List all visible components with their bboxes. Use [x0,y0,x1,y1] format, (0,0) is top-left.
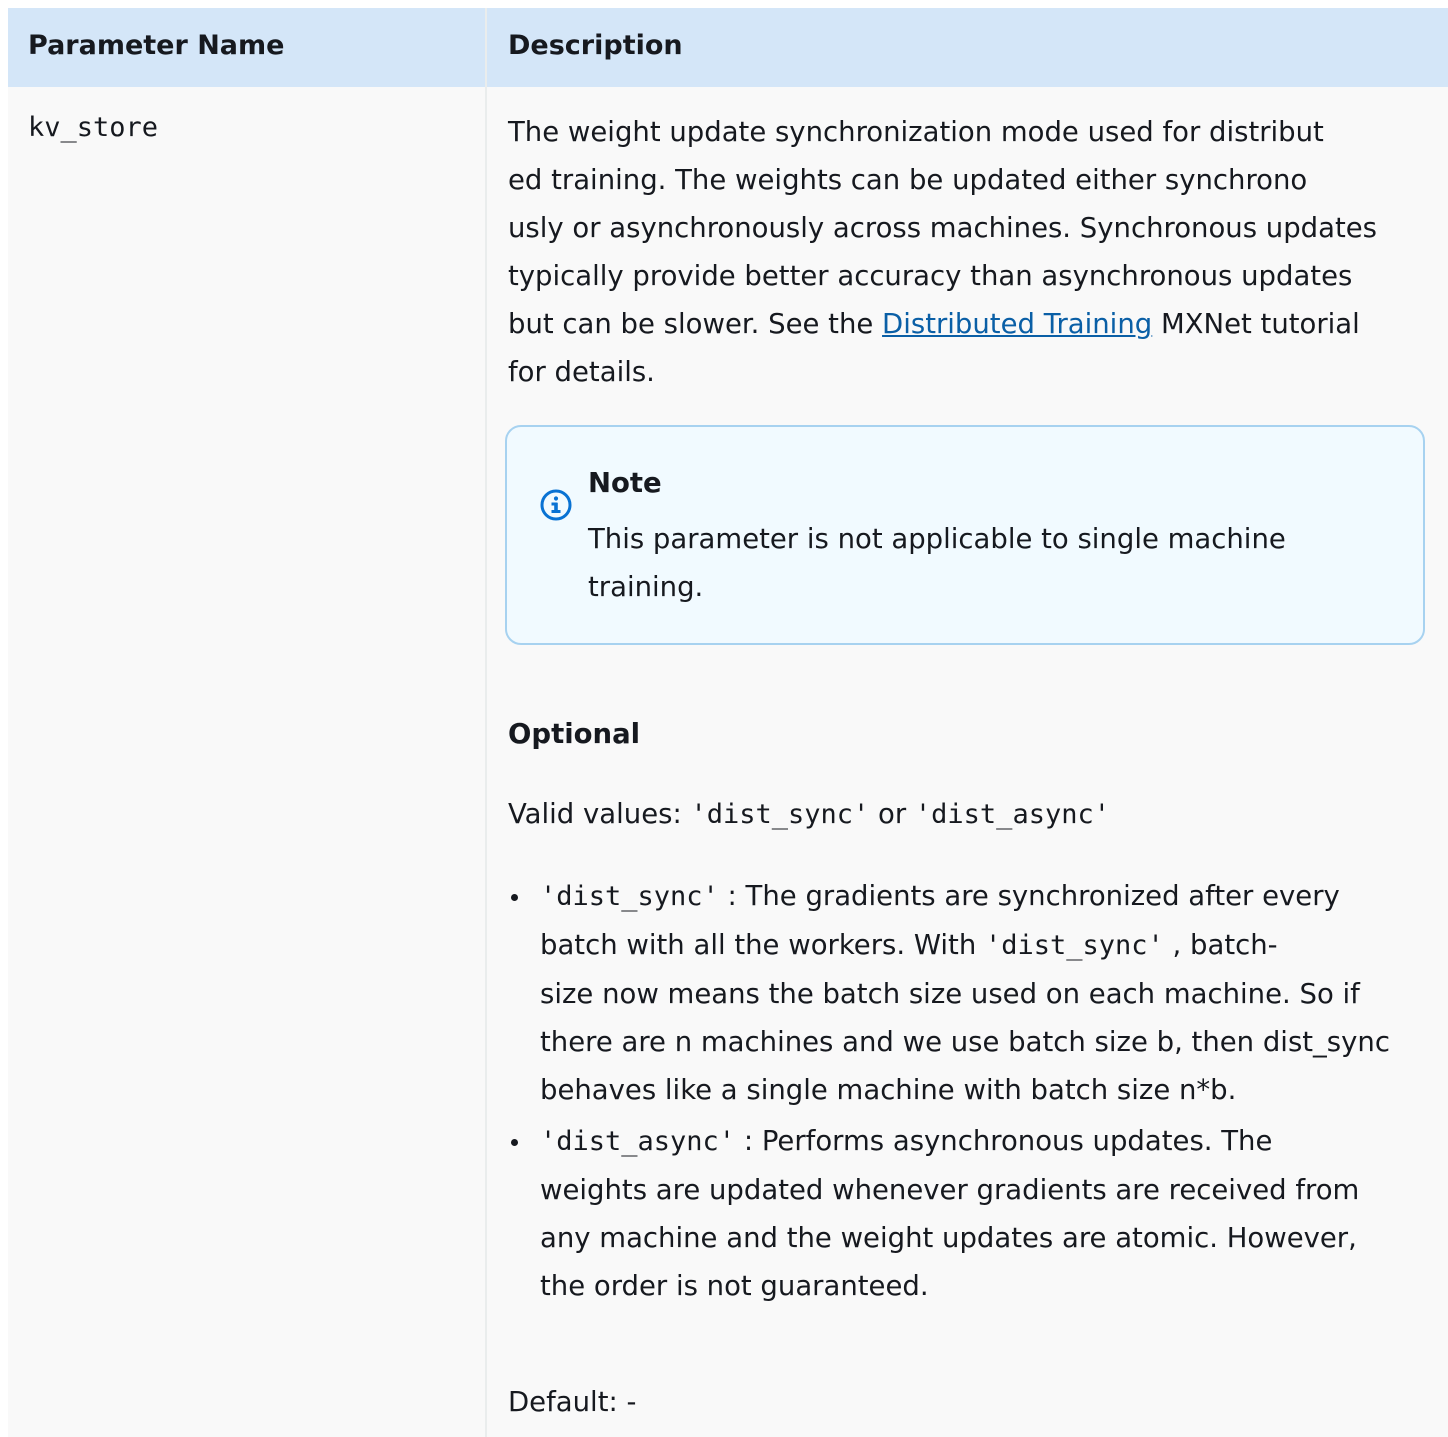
bullet-text: , batch- [1163,929,1278,961]
description-line-2: ed training. The weights can be updated … [508,164,1308,196]
header-description: Description [508,30,683,61]
description-line-6: for details. [508,356,655,388]
bullet-code: 'dist_sync' [985,930,1164,961]
valid-values-list: 'dist_sync' : The gradients are synchron… [508,872,1428,1313]
valid-value-dist-async: 'dist_async' [914,799,1110,830]
bullet-text: weights are updated whenever gradients a… [540,1174,1360,1206]
parameter-table: Parameter Name Description kv_store The … [8,8,1448,1437]
bullet-dot [511,894,518,901]
bullet-text: the order is not guaranteed. [540,1270,929,1302]
bullet-text: behaves like a single machine with batch… [540,1074,1237,1106]
table-header: Parameter Name Description [8,8,1448,87]
note-title: Note [588,467,662,499]
optional-label: Optional [508,718,641,750]
parameter-name-cell: kv_store [28,112,159,143]
bullet-text: any machine and the weight updates are a… [540,1222,1357,1254]
valid-values: Valid values: 'dist_sync' or 'dist_async… [508,792,1110,837]
description-after-link: MXNet tutorial [1152,308,1360,340]
list-item: 'dist_async' : Performs asynchronous upd… [508,1117,1428,1310]
bullet-dot [511,1139,518,1146]
description-line-3: usly or asynchronously across machines. … [508,212,1378,244]
distributed-training-link[interactable]: Distributed Training [882,308,1152,340]
note-body-line-2: training. [588,571,704,603]
description-text: The weight update synchronization mode u… [508,108,1420,396]
default-value: Default: - [508,1386,637,1418]
bullet-text: : The gradients are synchronized after e… [718,880,1340,912]
info-icon [539,488,573,522]
bullet-text: batch with all the workers. With [540,929,985,961]
valid-values-or: or [869,798,915,830]
header-parameter-name: Parameter Name [28,30,285,61]
bullet-text: : Performs asynchronous updates. The [735,1125,1273,1157]
bullet-code: 'dist_sync' [540,881,719,912]
description-line-5: but can be slower. See the [508,308,883,340]
valid-values-prefix: Valid values: [508,798,691,830]
bullet-code: 'dist_async' [540,1126,736,1157]
note-callout: Note This parameter is not applicable to… [505,425,1425,645]
page: Parameter Name Description kv_store The … [0,0,1448,1437]
column-divider [485,8,487,1437]
description-line-4: typically provide better accuracy than a… [508,260,1353,292]
note-body-line-1: This parameter is not applicable to sing… [588,523,1286,555]
note-body: This parameter is not applicable to sing… [588,515,1388,611]
valid-value-dist-sync: 'dist_sync' [690,799,870,830]
list-item: 'dist_sync' : The gradients are synchron… [508,872,1428,1114]
bullet-text: there are n machines and we use batch si… [540,1026,1390,1058]
description-line-1: The weight update synchronization mode u… [508,116,1324,148]
bullet-text: size now means the batch size used on ea… [540,978,1360,1010]
